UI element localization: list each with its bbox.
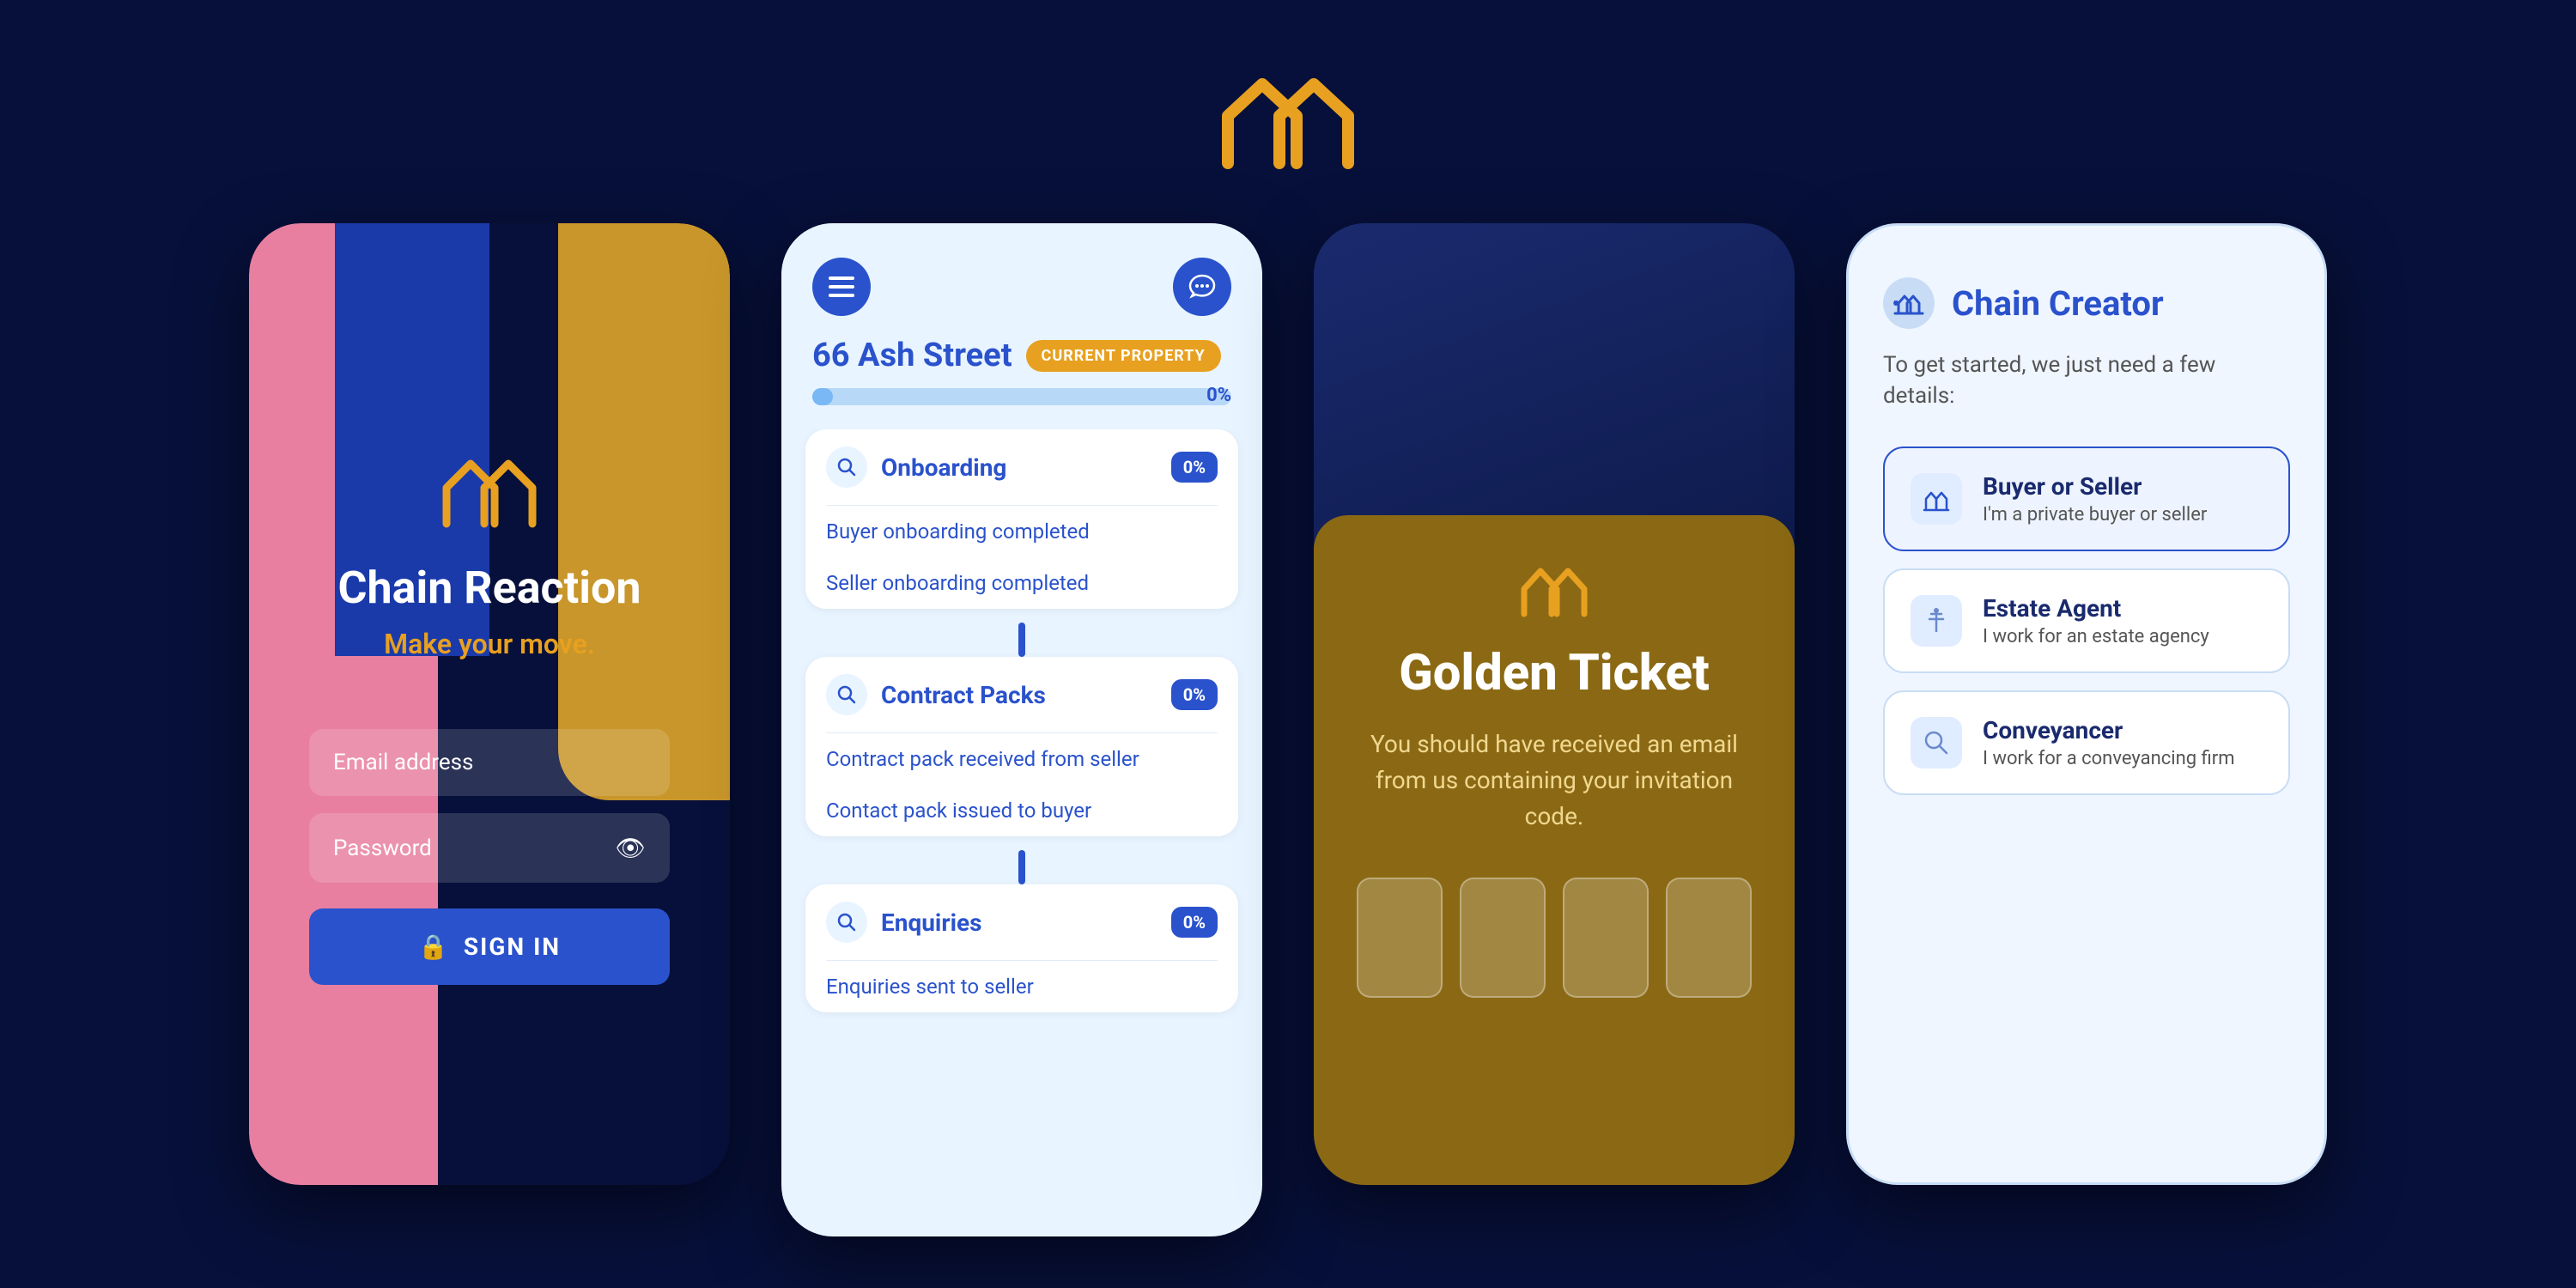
progress-bar-fill: [812, 388, 833, 405]
estate-agent-desc: I work for an estate agency: [1983, 626, 2209, 647]
buyer-seller-name: Buyer or Seller: [1983, 472, 2207, 501]
buyer-seller-desc: I'm a private buyer or seller: [1983, 504, 2207, 526]
role-conveyancer[interactable]: Conveyancer I work for a conveyancing fi…: [1883, 690, 2290, 795]
conveyancer-text: Conveyancer I work for a conveyancing fi…: [1983, 716, 2235, 769]
email-field[interactable]: Email address: [309, 729, 670, 796]
search-icon-contracts: [826, 674, 867, 715]
chain-creator-icon: [1883, 277, 1935, 329]
section-header-contracts[interactable]: Contract Packs 0%: [805, 657, 1238, 732]
overall-progress: 0%: [812, 388, 1231, 405]
contract-item-2: Contact pack issued to buyer: [805, 785, 1238, 836]
golden-description: You should have received an email from u…: [1357, 726, 1752, 835]
section-header-onboarding[interactable]: Onboarding 0%: [805, 429, 1238, 505]
code-box-1[interactable]: [1357, 878, 1443, 998]
conveyancer-desc: I work for a conveyancing firm: [1983, 748, 2235, 769]
golden-title: Golden Ticket: [1357, 644, 1752, 702]
code-box-3[interactable]: [1563, 878, 1649, 998]
onboarding-item-1: Buyer onboarding completed: [805, 506, 1238, 557]
address-text: 66 Ash Street: [812, 337, 1012, 374]
section-title-contracts: Contract Packs: [881, 681, 1046, 709]
tracker-section-onboarding: Onboarding 0% Buyer onboarding completed…: [805, 429, 1238, 609]
connector-2: [1018, 850, 1025, 884]
chain-creator-title: Chain Creator: [1952, 283, 2164, 324]
code-input-area[interactable]: [1357, 878, 1752, 998]
buyer-seller-text: Buyer or Seller I'm a private buyer or s…: [1983, 472, 2207, 526]
section-title-onboarding: Onboarding: [881, 453, 1006, 482]
menu-button[interactable]: [812, 258, 871, 316]
login-form: Email address Password 👁 🔒 SIGN IN: [309, 729, 670, 985]
app-name: Chain Reaction: [338, 562, 641, 614]
section-left-enquiries: Enquiries: [826, 902, 982, 943]
app-tagline: Make your move.: [384, 628, 595, 660]
section-left-contracts: Contract Packs: [826, 674, 1046, 715]
password-field[interactable]: Password 👁: [309, 813, 670, 883]
sign-in-button[interactable]: 🔒 SIGN IN: [309, 908, 670, 985]
phone-tracker: 66 Ash Street CURRENT PROPERTY 0%: [781, 223, 1262, 1236]
password-label: Password: [333, 835, 432, 861]
eye-icon: 👁: [615, 834, 646, 862]
role-estate-agent[interactable]: Estate Agent I work for an estate agency: [1883, 568, 2290, 673]
contracts-badge: 0%: [1171, 679, 1218, 710]
code-box-2[interactable]: [1460, 878, 1546, 998]
phone-login: Chain Reaction Make your move. Email add…: [249, 223, 730, 1185]
current-property-badge: CURRENT PROPERTY: [1026, 340, 1221, 372]
search-icon-enquiries: [826, 902, 867, 943]
contract-item-1: Contract pack received from seller: [805, 733, 1238, 785]
login-logo: [438, 447, 541, 536]
conveyancer-icon: [1911, 717, 1962, 769]
golden-ticket-content: Golden Ticket You should have received a…: [1314, 515, 1795, 1185]
phone-chain-creator: Chain Creator To get started, we just ne…: [1846, 223, 2327, 1185]
property-address: 66 Ash Street CURRENT PROPERTY: [812, 337, 1231, 374]
phones-container: Chain Reaction Make your move. Email add…: [249, 223, 2327, 1236]
buyer-seller-icon: [1911, 473, 1962, 525]
topbar: [812, 258, 1231, 316]
connector-1: [1018, 623, 1025, 657]
section-left: Onboarding: [826, 447, 1006, 488]
enquiries-badge: 0%: [1171, 907, 1218, 938]
chain-creator-header: Chain Creator: [1883, 277, 2290, 329]
enquiries-item-1: Enquiries sent to seller: [805, 961, 1238, 1012]
onboarding-badge: 0%: [1171, 452, 1218, 483]
golden-logo: [1357, 558, 1752, 618]
main-logo: [1202, 52, 1374, 189]
section-header-enquiries[interactable]: Enquiries 0%: [805, 884, 1238, 960]
tracker-section-contracts: Contract Packs 0% Contract pack received…: [805, 657, 1238, 836]
onboarding-item-2: Seller onboarding completed: [805, 557, 1238, 609]
code-box-4[interactable]: [1666, 878, 1752, 998]
sign-in-label: SIGN IN: [464, 933, 561, 961]
phone-golden-ticket: Golden Ticket You should have received a…: [1314, 223, 1795, 1185]
tracker-header: 66 Ash Street CURRENT PROPERTY 0%: [781, 223, 1262, 429]
progress-bar-bg: [812, 388, 1231, 405]
tracker-section-enquiries: Enquiries 0% Enquiries sent to seller: [805, 884, 1238, 1012]
role-buyer-seller[interactable]: Buyer or Seller I'm a private buyer or s…: [1883, 447, 2290, 551]
tracker-body: Onboarding 0% Buyer onboarding completed…: [781, 429, 1262, 1026]
conveyancer-name: Conveyancer: [1983, 716, 2235, 744]
section-title-enquiries: Enquiries: [881, 908, 982, 937]
estate-agent-icon: [1911, 595, 1962, 647]
chat-button[interactable]: [1173, 258, 1231, 316]
estate-agent-text: Estate Agent I work for an estate agency: [1983, 594, 2209, 647]
progress-label: 0%: [1206, 385, 1231, 406]
estate-agent-name: Estate Agent: [1983, 594, 2209, 623]
email-label: Email address: [333, 750, 473, 775]
lock-icon: 🔒: [418, 933, 450, 961]
chain-creator-subtitle: To get started, we just need a few detai…: [1883, 349, 2290, 412]
search-icon-onboarding: [826, 447, 867, 488]
